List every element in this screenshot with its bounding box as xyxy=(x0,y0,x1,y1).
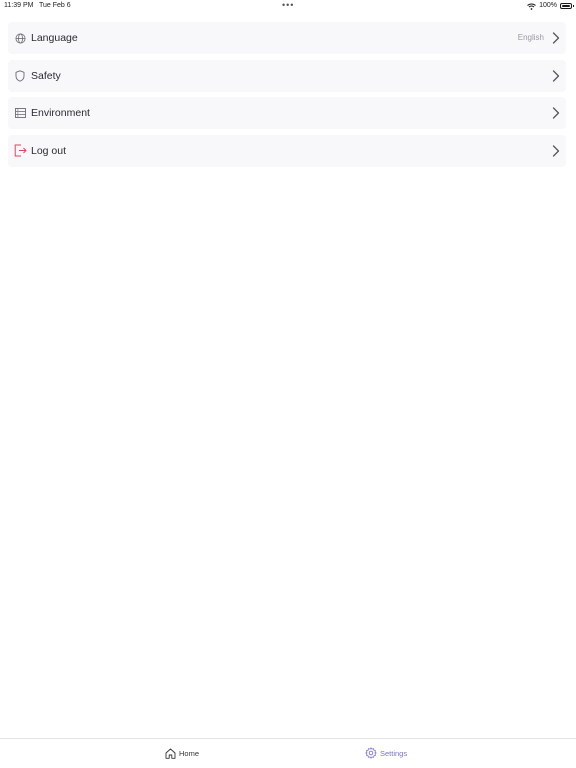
battery-icon xyxy=(560,3,574,9)
chevron-right-icon xyxy=(552,144,560,157)
tab-home[interactable]: Home xyxy=(165,746,199,760)
settings-row-label: Safety xyxy=(31,69,61,82)
wifi-icon xyxy=(527,3,536,10)
tab-label: Home xyxy=(179,748,200,758)
tab-settings[interactable]: Settings xyxy=(365,746,407,760)
multitasking-dots-icon[interactable]: ••• xyxy=(282,0,294,11)
settings-row-language[interactable]: Language English xyxy=(8,22,566,54)
logout-icon xyxy=(13,144,27,158)
server-icon xyxy=(13,106,27,120)
chevron-right-icon xyxy=(552,69,560,82)
language-value: English xyxy=(517,33,544,42)
settings-row-logout[interactable]: Log out xyxy=(8,134,566,167)
status-bar: 11:39 PM Tue Feb 6 ••• 100% xyxy=(0,0,576,12)
settings-row-label: Language xyxy=(31,32,78,44)
shield-icon xyxy=(13,69,27,83)
settings-row-label: Environment xyxy=(31,107,90,119)
battery-percentage: 100% xyxy=(539,2,557,9)
tab-bar: Home Settings xyxy=(0,738,576,768)
chevron-right-icon xyxy=(552,107,560,119)
settings-list: Language English Safety Environment Log … xyxy=(8,22,566,172)
settings-row-safety[interactable]: Safety xyxy=(8,59,566,92)
chevron-right-icon xyxy=(552,32,560,44)
settings-row-label: Log out xyxy=(31,144,67,157)
status-date: Tue Feb 6 xyxy=(39,2,71,9)
status-time: 11:39 PM xyxy=(4,2,34,9)
tab-label: Settings xyxy=(380,748,408,758)
status-indicators: 100% xyxy=(527,0,574,12)
settings-row-environment[interactable]: Environment xyxy=(8,97,566,129)
gear-icon xyxy=(365,747,377,759)
globe-icon xyxy=(13,31,27,45)
home-icon xyxy=(165,748,176,759)
